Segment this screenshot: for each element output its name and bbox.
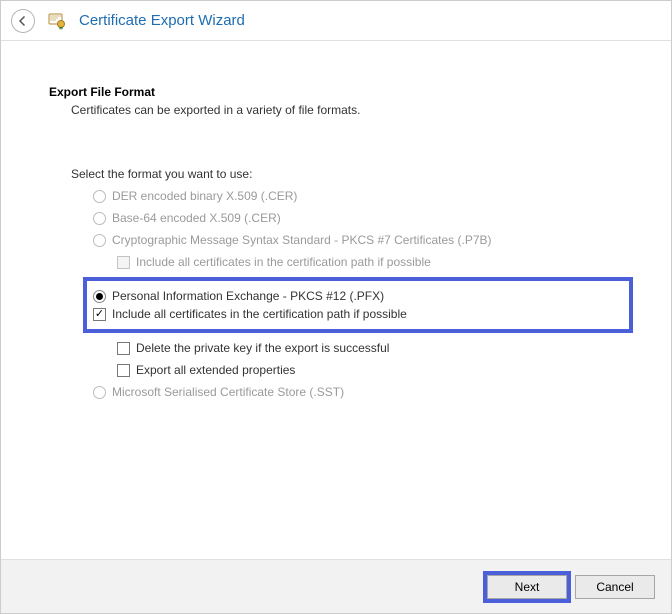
option-p7b-include-label: Include all certificates in the certific… bbox=[136, 255, 431, 269]
option-p7b-include: Include all certificates in the certific… bbox=[117, 255, 623, 269]
format-options: DER encoded binary X.509 (.CER) Base-64 … bbox=[93, 189, 623, 399]
option-base64-label: Base-64 encoded X.509 (.CER) bbox=[112, 211, 281, 225]
highlight-pfx: Personal Information Exchange - PKCS #12… bbox=[83, 277, 633, 333]
option-sst: Microsoft Serialised Certificate Store (… bbox=[93, 385, 623, 399]
wizard-title: Certificate Export Wizard bbox=[79, 12, 245, 29]
option-pfx-include[interactable]: Include all certificates in the certific… bbox=[93, 307, 623, 321]
radio-icon bbox=[93, 190, 106, 203]
option-p7b-label: Cryptographic Message Syntax Standard - … bbox=[112, 233, 492, 247]
section-subheading: Certificates can be exported in a variet… bbox=[71, 103, 623, 117]
titlebar: Certificate Export Wizard bbox=[1, 1, 671, 41]
certificate-icon bbox=[47, 11, 67, 31]
checkbox-icon bbox=[117, 342, 130, 355]
checkbox-icon bbox=[117, 256, 130, 269]
option-pfx-extprops[interactable]: Export all extended properties bbox=[117, 363, 623, 377]
radio-icon bbox=[93, 212, 106, 225]
radio-icon bbox=[93, 234, 106, 247]
option-sst-label: Microsoft Serialised Certificate Store (… bbox=[112, 385, 344, 399]
footer: Next Cancel bbox=[1, 559, 671, 613]
option-base64: Base-64 encoded X.509 (.CER) bbox=[93, 211, 623, 225]
option-pfx-extprops-label: Export all extended properties bbox=[136, 363, 295, 377]
section-heading: Export File Format bbox=[49, 85, 623, 99]
option-pfx-label: Personal Information Exchange - PKCS #12… bbox=[112, 289, 384, 303]
option-pfx[interactable]: Personal Information Exchange - PKCS #12… bbox=[93, 289, 623, 303]
checkbox-icon bbox=[117, 364, 130, 377]
radio-icon bbox=[93, 290, 106, 303]
option-der: DER encoded binary X.509 (.CER) bbox=[93, 189, 623, 203]
radio-icon bbox=[93, 386, 106, 399]
next-button[interactable]: Next bbox=[487, 575, 567, 599]
cancel-button[interactable]: Cancel bbox=[575, 575, 655, 599]
option-pfx-include-label: Include all certificates in the certific… bbox=[112, 307, 407, 321]
back-button[interactable] bbox=[11, 9, 35, 33]
content-area: Export File Format Certificates can be e… bbox=[1, 41, 671, 399]
checkbox-icon bbox=[93, 308, 106, 321]
format-prompt: Select the format you want to use: bbox=[71, 167, 623, 181]
option-pfx-delete-label: Delete the private key if the export is … bbox=[136, 341, 389, 355]
arrow-left-icon bbox=[17, 15, 29, 27]
option-der-label: DER encoded binary X.509 (.CER) bbox=[112, 189, 297, 203]
option-p7b: Cryptographic Message Syntax Standard - … bbox=[93, 233, 623, 247]
option-pfx-delete[interactable]: Delete the private key if the export is … bbox=[117, 341, 623, 355]
